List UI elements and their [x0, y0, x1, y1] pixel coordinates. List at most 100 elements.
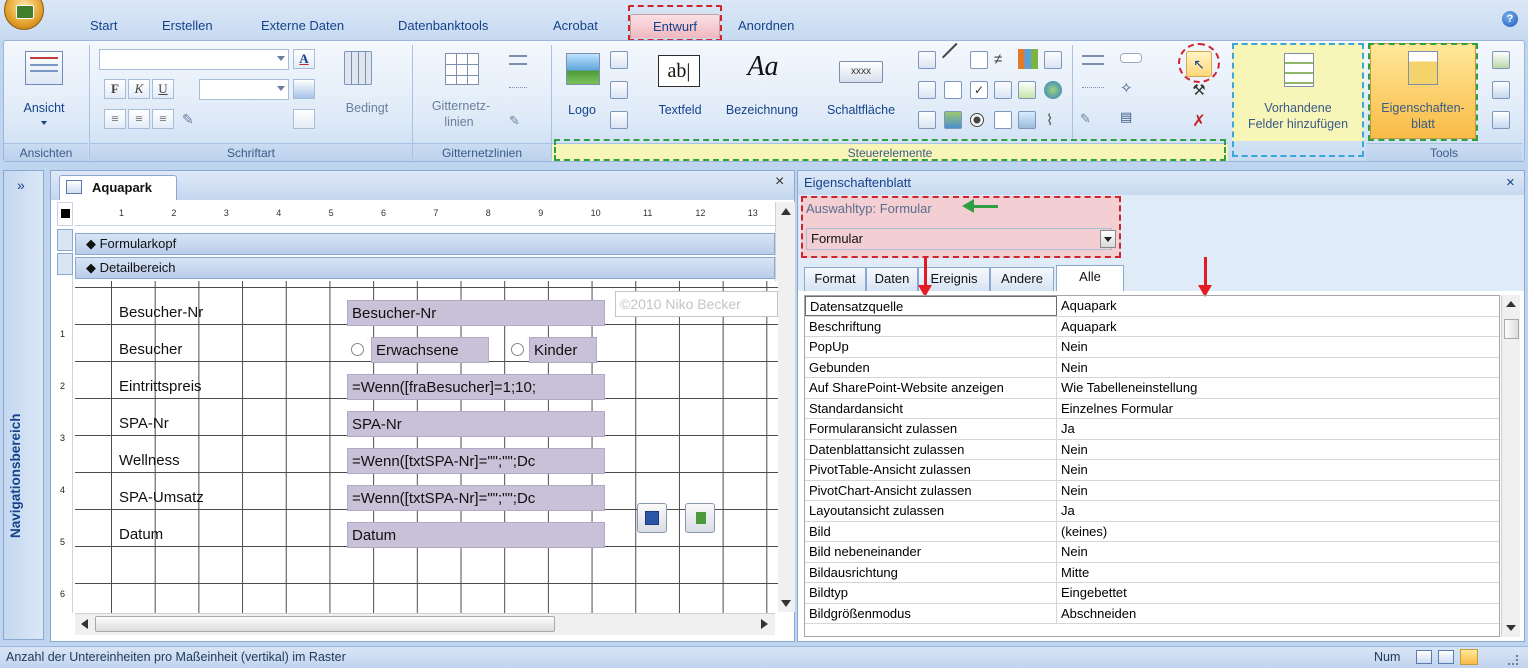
image-icon[interactable] [944, 111, 962, 129]
new-record-button[interactable] [685, 503, 715, 533]
view-code-icon[interactable] [1492, 51, 1510, 69]
property-value[interactable]: Einzelnes Formular [1057, 399, 1499, 419]
properties-small-icon[interactable]: ▤ [1120, 109, 1142, 129]
textbox-button[interactable]: Textfeld [648, 103, 712, 117]
property-value[interactable]: (keines) [1057, 522, 1499, 542]
toggle-icon[interactable]: ≠ [994, 51, 1012, 69]
property-row[interactable]: Bild nebeneinander Nein [805, 542, 1499, 563]
option-kinder-label[interactable]: Kinder [529, 337, 597, 363]
form-view-icon[interactable] [1416, 650, 1432, 664]
property-value[interactable]: Nein [1057, 358, 1499, 378]
format-painter-icon[interactable]: ✎ [182, 111, 198, 127]
property-grid-scrollbar[interactable] [1501, 295, 1520, 637]
property-grid[interactable]: Datensatzquelle Aquapark Beschriftung Aquap… [804, 295, 1500, 637]
attachment-image-icon[interactable] [1018, 111, 1036, 129]
field-besucher-nr[interactable]: Besucher-Nr [347, 300, 605, 326]
property-value[interactable]: Abschneiden [1057, 604, 1499, 624]
page-break-icon[interactable] [994, 111, 1012, 129]
subform-new-window-icon[interactable] [1492, 81, 1510, 99]
combobox-icon[interactable] [918, 81, 936, 99]
property-value[interactable]: Nein [1057, 481, 1499, 501]
close-document-icon[interactable]: × [775, 173, 784, 191]
scroll-up-icon[interactable] [1506, 301, 1516, 307]
property-row[interactable]: Standardansicht Einzelnes Formular [805, 398, 1499, 419]
label-datum[interactable]: Datum [115, 522, 255, 548]
scroll-thumb[interactable] [95, 616, 555, 632]
page-number-icon[interactable] [610, 51, 628, 69]
office-button[interactable] [4, 0, 44, 30]
property-value[interactable]: Aquapark [1057, 317, 1499, 337]
line-color-button[interactable] [293, 109, 315, 129]
close-property-sheet-icon[interactable]: × [1506, 171, 1515, 195]
chart-icon[interactable] [1018, 49, 1038, 69]
layout-view-icon[interactable] [1438, 650, 1454, 664]
property-tab-andere[interactable]: Andere [990, 267, 1054, 291]
property-value[interactable]: Nein [1057, 542, 1499, 562]
bound-object-icon[interactable] [1018, 81, 1036, 99]
property-row[interactable]: Gebunden Nein [805, 357, 1499, 378]
font-name-combo[interactable] [99, 49, 289, 70]
scroll-up-icon[interactable] [781, 208, 791, 215]
date-time-icon[interactable] [610, 111, 628, 129]
tab-datenbanktools[interactable]: Datenbanktools [384, 14, 502, 38]
field-wellness[interactable]: =Wenn([txtSPA-Nr]="";"";Dc [347, 448, 605, 474]
field-datum[interactable]: Datum [347, 522, 605, 548]
fill-color-button[interactable] [293, 79, 315, 99]
tab-start[interactable]: Start [76, 14, 131, 38]
property-value[interactable]: Nein [1057, 460, 1499, 480]
label-besucher[interactable]: Besucher [115, 337, 255, 363]
view-button[interactable]: Ansicht [4, 101, 84, 115]
label-spa-umsatz[interactable]: SPA-Umsatz [115, 485, 255, 511]
property-tab-format[interactable]: Format [804, 267, 866, 291]
option-group-besucher[interactable]: Erwachsene Kinder [347, 337, 605, 363]
property-scroll-thumb[interactable] [1504, 319, 1519, 339]
property-row[interactable]: Auf SharePoint-Website anzeigen Wie Tabel… [805, 378, 1499, 399]
button-style-icon[interactable] [1120, 53, 1142, 63]
underline-button[interactable]: U [152, 79, 174, 99]
bold-button[interactable]: F [104, 79, 126, 99]
command-button-button[interactable]: Schaltfläche [814, 103, 908, 117]
subform-icon[interactable] [1044, 51, 1062, 69]
form-vertical-scrollbar[interactable] [775, 202, 795, 612]
section-selector-detail[interactable] [57, 253, 73, 275]
font-color-button[interactable]: A [293, 49, 315, 69]
property-row[interactable]: Bildtyp Eingebettet [805, 583, 1499, 604]
property-value[interactable]: Aquapark [1057, 296, 1499, 316]
field-eintrittspreis[interactable]: =Wenn([fraBesucher]=1;10; [347, 374, 605, 400]
property-row[interactable]: Layoutansicht zulassen Ja [805, 501, 1499, 522]
conditional-format-button[interactable]: Bedingt [328, 101, 406, 115]
section-bar-formularkopf[interactable]: ◆ Formularkopf [75, 233, 775, 255]
property-value[interactable]: Eingebettet [1057, 583, 1499, 603]
property-row[interactable]: PivotTable-Ansicht zulassen Nein [805, 460, 1499, 481]
property-value[interactable]: Nein [1057, 440, 1499, 460]
section-bar-detailbereich[interactable]: ◆ Detailbereich [75, 257, 775, 279]
tab-order-icon[interactable] [1492, 111, 1510, 129]
scroll-right-icon[interactable] [761, 619, 768, 629]
property-row[interactable]: Datenblattansicht zulassen Nein [805, 439, 1499, 460]
section-selector-header[interactable] [57, 229, 73, 251]
insert-title-icon[interactable] [610, 81, 628, 99]
field-spa-nr[interactable]: SPA-Nr [347, 411, 605, 437]
radio-erwachsene-icon[interactable] [351, 343, 364, 356]
logo-button[interactable]: Logo [560, 103, 604, 117]
detail-grid[interactable]: ©2010 Niko Becker Besucher-Nr Besucher E… [75, 281, 778, 613]
option-group-icon[interactable] [918, 111, 936, 129]
align-center-button[interactable]: ≡ [128, 109, 150, 129]
property-tab-alle[interactable]: Alle [1056, 265, 1124, 291]
checkbox-icon[interactable]: ✓ [970, 81, 988, 99]
tab-control-icon[interactable] [970, 51, 988, 69]
property-tab-daten[interactable]: Daten [866, 267, 918, 291]
property-value[interactable]: Nein [1057, 337, 1499, 357]
nav-pane-expand-icon[interactable]: » [17, 177, 25, 193]
radio-kinder-icon[interactable] [511, 343, 524, 356]
label-wellness[interactable]: Wellness [115, 448, 255, 474]
tab-erstellen[interactable]: Erstellen [148, 14, 227, 38]
property-row[interactable]: PopUp Nein [805, 337, 1499, 358]
form-selector[interactable] [57, 202, 73, 226]
line-color-icon[interactable]: ✎ [509, 113, 529, 128]
label-eintrittspreis[interactable]: Eintrittspreis [115, 374, 255, 400]
italic-button[interactable]: K [128, 79, 150, 99]
navigation-pane[interactable]: » Navigationsbereich [3, 170, 44, 640]
label-besucher-nr[interactable]: Besucher-Nr [115, 300, 255, 326]
property-value[interactable]: Mitte [1057, 563, 1499, 583]
